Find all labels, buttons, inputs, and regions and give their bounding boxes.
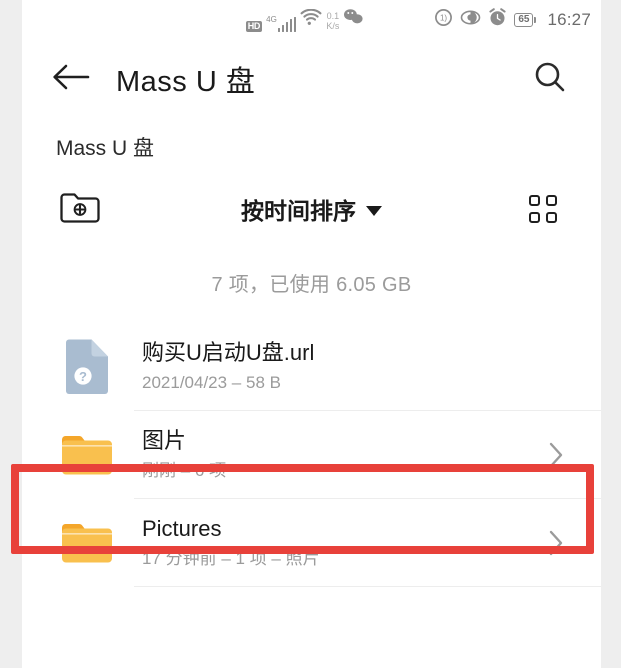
view-toggle-button[interactable] <box>519 185 567 233</box>
list-item-text: 图片 刚刚 – 6 项 <box>142 427 541 483</box>
back-button[interactable] <box>48 56 94 102</box>
svg-text:?: ? <box>79 369 87 384</box>
list-item-subtitle: 17 分钟前 – 1 项 – 照片 <box>142 549 320 568</box>
vibrate-icon: 1) <box>434 8 453 32</box>
list-item[interactable]: ? 购买U启动U盘.url 2021/04/23 – 58 B <box>22 323 601 411</box>
network-speed: 0.1 K/s <box>326 12 339 31</box>
status-bar: HD 4G 0.1 K/s 1) 65 16:27 <box>22 0 601 40</box>
chevron-right-icon[interactable] <box>541 528 571 558</box>
page-title: Mass U 盘 <box>116 66 256 98</box>
signal-bars-icon: 4G <box>266 15 297 32</box>
status-bar-clock: 16:27 <box>547 10 591 29</box>
list-item-text: 购买U启动U盘.url 2021/04/23 – 58 B <box>142 339 541 395</box>
file-list: ? 购买U启动U盘.url 2021/04/23 – 58 B 图片 刚刚 – … <box>22 323 601 587</box>
wifi-icon <box>300 8 322 31</box>
folder-icon <box>56 424 118 486</box>
phone-viewport: HD 4G 0.1 K/s 1) 65 16:27 Mass U 盘 Mass … <box>22 0 601 668</box>
network-type-label: 4G <box>266 15 277 24</box>
sort-dropdown-button[interactable]: 按时间排序 <box>241 192 382 226</box>
battery-tip <box>534 17 537 23</box>
arrow-left-icon <box>51 62 91 97</box>
network-speed-unit: K/s <box>326 21 340 31</box>
battery-icon: 65 <box>514 13 537 27</box>
network-speed-value: 0.1 <box>326 11 340 21</box>
app-bar: Mass U 盘 <box>22 40 601 118</box>
list-item-subtitle: 刚刚 – 6 项 <box>142 461 227 480</box>
grid-view-icon <box>529 195 557 223</box>
list-item[interactable]: 图片 刚刚 – 6 项 <box>22 411 601 499</box>
storage-summary: 7 项，已使用 6.05 GB <box>211 274 412 296</box>
chevron-right-icon[interactable] <box>541 440 571 470</box>
status-bar-right-icons: 1) 65 16:27 <box>434 8 591 32</box>
search-icon <box>532 59 568 100</box>
list-item-text: Pictures 17 分钟前 – 1 项 – 照片 <box>142 515 541 571</box>
svg-text:1): 1) <box>440 14 447 23</box>
list-item-title: 图片 <box>142 428 187 453</box>
search-button[interactable] <box>527 56 573 102</box>
list-divider <box>134 586 601 587</box>
wechat-icon <box>343 8 364 30</box>
new-folder-button[interactable] <box>56 185 104 233</box>
hd-badge-icon: HD <box>245 21 263 32</box>
breadcrumb[interactable]: Mass U 盘 <box>22 118 601 172</box>
screenshot-root: HD 4G 0.1 K/s 1) 65 16:27 Mass U 盘 Mass … <box>0 0 621 668</box>
list-item-subtitle: 2021/04/23 – 58 B <box>142 373 281 392</box>
chevron-down-icon <box>366 205 382 216</box>
list-item-title: 购买U启动U盘.url <box>142 340 315 365</box>
alarm-clock-icon <box>488 8 507 32</box>
status-bar-left-icons: HD 4G 0.1 K/s <box>245 8 365 32</box>
folder-plus-icon <box>58 188 102 231</box>
unknown-file-icon: ? <box>56 336 118 398</box>
list-item-title: Pictures <box>142 516 222 541</box>
list-item[interactable]: Pictures 17 分钟前 – 1 项 – 照片 <box>22 499 601 587</box>
sort-label: 按时间排序 <box>241 198 356 224</box>
folder-icon <box>56 512 118 574</box>
eye-comfort-icon <box>460 8 481 32</box>
battery-level-label: 65 <box>514 13 534 27</box>
sort-control-wrapper: 按时间排序 <box>22 192 601 226</box>
toolbar: 按时间排序 <box>22 172 601 246</box>
signal-strength-bars <box>277 17 297 32</box>
